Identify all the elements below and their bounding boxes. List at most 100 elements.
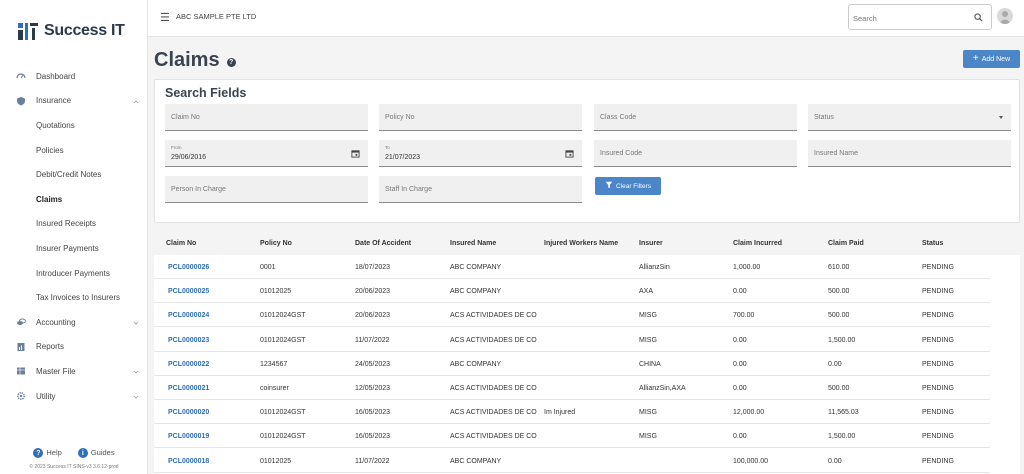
clear-filters-button[interactable]: Clear Filters <box>595 177 661 195</box>
class-code-field[interactable]: Class Code <box>594 104 797 131</box>
sidebar-item-reports[interactable]: Reports <box>0 335 148 360</box>
from-label: From <box>171 145 182 150</box>
table-cell: MISG <box>639 433 657 441</box>
table-row[interactable]: PCL0000025 01012025 20/06/2023 ABC COMPANY A… <box>154 279 990 304</box>
claim-no-link[interactable]: PCL0000020 <box>168 409 209 416</box>
table-row[interactable]: PCL0000023 01012024GST 11/07/2022 ACS ACTIV… <box>154 327 990 352</box>
table-row[interactable]: PCL0000019 01012024GST 16/05/2023 ACS ACTIV… <box>154 424 990 449</box>
table-cell: 20/06/2023 <box>355 288 391 296</box>
to-date-field[interactable]: To 21/07/2023 <box>379 140 582 167</box>
search-icon[interactable] <box>974 13 983 22</box>
sidebar-item-utility[interactable]: Utility <box>0 384 148 409</box>
policy-no-field[interactable]: Policy No <box>379 104 582 131</box>
calendar-icon[interactable] <box>565 149 574 158</box>
sidebar-item-claims[interactable]: Claims <box>0 187 148 212</box>
claim-no-link[interactable]: PCL0000024 <box>168 312 209 319</box>
search-fields-title: Search Fields <box>165 86 247 100</box>
insured-name-placeholder: Insured Name <box>814 150 858 157</box>
table-cell: 11/07/2022 <box>355 457 390 465</box>
sidebar-item-insurance[interactable]: Insurance <box>0 89 148 114</box>
column-header[interactable]: Insured Name <box>450 240 496 247</box>
guides-link[interactable]: i Guides <box>77 448 115 458</box>
table-cell: PENDING <box>922 360 954 368</box>
avatar[interactable] <box>997 8 1013 24</box>
claim-no-link[interactable]: PCL0000019 <box>168 433 209 440</box>
claim-no-link[interactable]: PCL0000023 <box>168 337 209 344</box>
table-cell: ACS ACTIVIDADES DE CO <box>450 312 537 320</box>
staff-in-charge-placeholder: Staff In Charge <box>385 186 432 193</box>
claim-no-link[interactable]: PCL0000021 <box>168 385 209 392</box>
table-cell: ACS ACTIVIDADES DE CO <box>450 385 537 392</box>
calendar-icon[interactable] <box>351 149 360 158</box>
from-value: 29/06/2016 <box>171 154 207 161</box>
staff-in-charge-field[interactable]: Staff In Charge <box>379 176 582 203</box>
claim-no-placeholder: Claim No <box>171 114 200 121</box>
table-cell: 12,000.00 <box>733 409 765 417</box>
table-cell: 01012024GST <box>260 433 306 441</box>
add-new-button[interactable]: + Add New <box>963 50 1020 68</box>
shield-icon <box>16 96 26 106</box>
insured-name-field[interactable]: Insured Name <box>808 140 1011 167</box>
sidebar-item-accounting[interactable]: Accounting <box>0 310 148 335</box>
sidebar-item-label: Claims <box>36 194 63 204</box>
table-cell: AllianzSin,AXA <box>639 385 686 392</box>
table-cell: 0.00 <box>733 385 747 392</box>
column-header[interactable]: Date Of Accident <box>355 240 411 247</box>
status-select[interactable]: Status <box>808 104 1011 131</box>
sidebar-item-master-file[interactable]: Master File <box>0 359 148 384</box>
filter-clear-icon <box>605 181 613 191</box>
sidebar-item-tax-invoices[interactable]: Tax Invoices to Insurers <box>0 285 148 310</box>
table-row[interactable]: PCL0000021 coinsurer 12/05/2023 ACS ACTIVID… <box>154 376 990 400</box>
column-header[interactable]: Injured Workers Name <box>544 240 618 247</box>
table-cell: 610.00 <box>828 264 850 271</box>
search-input[interactable] <box>853 7 963 29</box>
column-header[interactable]: Claim No <box>166 240 196 247</box>
table-cell: 24/05/2023 <box>355 360 391 368</box>
table-cell: 500.00 <box>828 385 850 392</box>
claim-no-link[interactable]: PCL0000022 <box>168 361 209 368</box>
menu-icon[interactable]: ☰ <box>160 11 170 24</box>
column-header[interactable]: Status <box>922 240 943 247</box>
column-header[interactable]: Insurer <box>639 240 663 247</box>
claim-no-link[interactable]: PCL0000025 <box>168 288 209 295</box>
table-row[interactable]: PCL0000018 01012025 11/07/2022 ABC COMPANY 1… <box>154 448 990 473</box>
claim-no-link[interactable]: PCL0000026 <box>168 264 209 271</box>
table-row[interactable]: PCL0000020 01012024GST 16/05/2023 ACS ACTIV… <box>154 400 990 425</box>
table-cell: 11,565.03 <box>828 409 859 417</box>
sidebar-item-policies[interactable]: Policies <box>0 138 148 163</box>
column-header[interactable]: Claim Paid <box>828 240 864 247</box>
chevron-down-icon <box>133 319 139 325</box>
app-logo[interactable]: Success IT <box>17 20 125 42</box>
table-cell: 500.00 <box>828 288 850 296</box>
column-header[interactable]: Claim Incurred <box>733 240 782 247</box>
table-row[interactable]: PCL0000024 01012024GST 20/06/2023 ACS ACTIV… <box>154 303 990 328</box>
main-content: Claims ? + Add New Search Fields Claim N… <box>148 37 1024 474</box>
sidebar-item-label: Insured Receipts <box>36 219 97 229</box>
table-cell: AXA <box>639 288 654 296</box>
table-row[interactable]: PCL0000026 0001 18/07/2023 ABC COMPANY Allia… <box>154 255 990 279</box>
sidebar-item-introducer-payments[interactable]: Introducer Payments <box>0 261 148 286</box>
claim-no-link[interactable]: PCL0000018 <box>168 458 209 465</box>
table-cell: 100,000.00 <box>733 457 769 465</box>
table-cell: PENDING <box>922 312 954 320</box>
help-link[interactable]: ? Help <box>33 448 62 458</box>
sidebar-item-debit-credit-notes[interactable]: Debit/Credit Notes <box>0 162 148 187</box>
sidebar-item-insurer-payments[interactable]: Insurer Payments <box>0 236 148 261</box>
table-cell: 18/07/2023 <box>355 264 391 271</box>
class-code-placeholder: Class Code <box>600 114 637 121</box>
sidebar-item-quotations[interactable]: Quotations <box>0 113 148 138</box>
sidebar-item-dashboard[interactable]: Dashboard <box>0 64 148 89</box>
table-row[interactable]: PCL0000022 1234567 24/05/2023 ABC COMPANY CH… <box>154 351 990 376</box>
app-name: Success IT <box>44 22 125 39</box>
table-cell: ABC COMPANY <box>450 360 502 368</box>
sidebar-item-label: Accounting <box>36 317 76 327</box>
help-icon[interactable]: ? <box>226 57 236 67</box>
from-date-field[interactable]: From 29/06/2016 <box>165 140 368 167</box>
table-cell: 0.00 <box>828 360 842 368</box>
column-header[interactable]: Policy No <box>260 240 292 247</box>
claim-no-field[interactable]: Claim No <box>165 104 368 131</box>
insured-code-field[interactable]: Insured Code <box>594 140 797 167</box>
table-cell: 500.00 <box>828 312 850 320</box>
sidebar-item-insured-receipts[interactable]: Insured Receipts <box>0 212 148 237</box>
person-in-charge-field[interactable]: Person In Charge <box>165 176 368 203</box>
